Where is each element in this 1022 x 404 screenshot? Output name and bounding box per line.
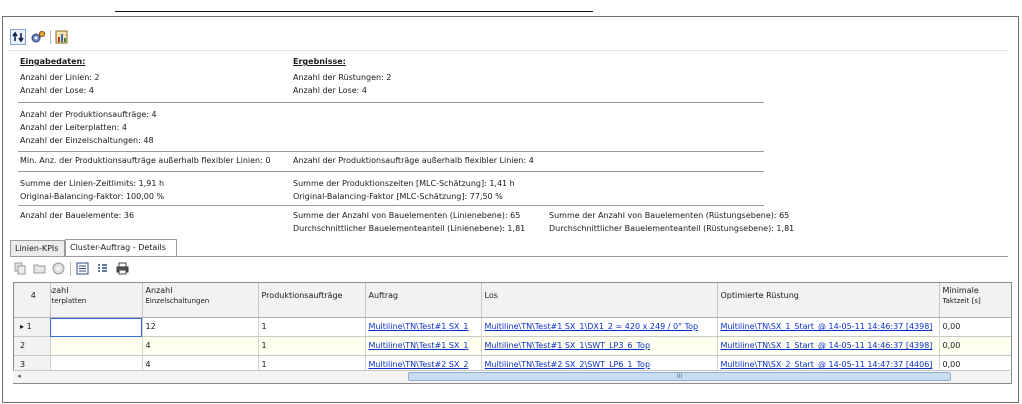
cell-circuits[interactable]: 4 <box>142 336 259 356</box>
cell-los-link[interactable]: Multiline\TN\Test#1 SX_1\SWT_LP3_6_Top <box>481 336 718 356</box>
avg-components-line-level: Durchschnittlicher Bauelementeanteil (Li… <box>293 224 526 233</box>
original-balancing-factor: Original-Balancing-Faktor: 100,00 % <box>20 192 165 201</box>
column-header-line1: Auftrag <box>368 291 399 300</box>
cluster-order-grid: 4 Anzahl Leiterplatten Anzahl Einzelscha… <box>13 282 1012 384</box>
table-row[interactable]: 2 4 1 Multiline\TN\Test#1 SX_1 Multiline… <box>14 336 1011 356</box>
section-divider <box>18 171 764 172</box>
folder-icon[interactable] <box>33 262 46 275</box>
los-link[interactable]: Multiline\TN\Test#1 SX_1\DX1_2 = 420 x 2… <box>485 322 699 331</box>
list-view-icon[interactable] <box>76 262 89 275</box>
circuits-count: Anzahl der Einzelschaltungen: 48 <box>20 136 154 145</box>
toolbar-separator <box>50 30 51 44</box>
column-header-line2: Leiterplatten <box>50 297 87 305</box>
cell-circuits[interactable]: 12 <box>142 317 259 337</box>
top-divider <box>115 11 593 12</box>
los-link[interactable]: Multiline\TN\Test#2 SX_2\SWT_LP6_1_Top <box>485 360 651 369</box>
settings-gears-icon[interactable] <box>30 29 46 45</box>
sum-components-line-level: Summe der Anzahl von Bauelementen (Linie… <box>293 211 521 220</box>
result-lots-count: Anzahl der Lose: 4 <box>293 86 367 95</box>
column-header-min-cycle-time[interactable]: Minimale Taktzeit [s] <box>939 283 1011 318</box>
auftrag-link[interactable]: Multiline\TN\Test#2 SX_2 <box>369 360 469 369</box>
column-header-los[interactable]: Los <box>481 283 718 318</box>
column-header-auftrag[interactable]: Auftrag <box>365 283 482 318</box>
section-divider <box>18 102 764 103</box>
help-circle-icon[interactable] <box>52 262 65 275</box>
results-heading: Ergebnisse: <box>293 57 346 66</box>
production-times-sum: Summe der Produktionszeiten [MLC-Schätzu… <box>293 179 515 188</box>
toolbar-divider <box>8 50 1008 51</box>
horizontal-scrollbar[interactable]: ◂ III <box>13 370 1010 383</box>
copy-icon[interactable] <box>14 262 27 275</box>
grid-header-row: 4 Anzahl Leiterplatten Anzahl Einzelscha… <box>14 283 1011 318</box>
section-divider <box>18 151 764 152</box>
cell-setup-link[interactable]: Multiline\TN\SX_1_Start_@ 14-05-11 14:46… <box>717 336 940 356</box>
column-header-line1: Los <box>484 291 498 300</box>
grid-table: 4 Anzahl Leiterplatten Anzahl Einzelscha… <box>14 283 1011 375</box>
min-orders-outside-flexible: Min. Anz. der Produktionsaufträge außerh… <box>20 156 271 165</box>
cell-setup-link[interactable]: Multiline\TN\SX_1_Start_@ 14-05-11 14:46… <box>717 317 940 337</box>
sum-components-setup-level: Summe der Anzahl von Bauelementen (Rüstu… <box>549 211 790 220</box>
avg-components-setup-level: Durchschnittlicher Bauelementeanteil (Rü… <box>549 224 795 233</box>
scroll-left-icon[interactable]: ◂ <box>15 372 23 381</box>
lots-count: Anzahl der Lose: 4 <box>20 86 94 95</box>
cell-los-link[interactable]: Multiline\TN\Test#1 SX_1\DX1_2 = 420 x 2… <box>481 317 718 337</box>
tab-strip-border <box>10 256 1008 257</box>
cell-auftrag-link[interactable]: Multiline\TN\Test#1 SX_1 <box>365 336 482 356</box>
grid-toolbar-separator <box>70 262 71 276</box>
column-header-optimized-setup[interactable]: Optimierte Rüstung <box>717 283 940 318</box>
cell-min-cycle-time[interactable]: 0,00 <box>939 317 1011 337</box>
column-header-line1: Minimale <box>942 286 979 295</box>
components-count: Anzahl der Bauelemente: 36 <box>20 211 135 220</box>
setup-link[interactable]: Multiline\TN\SX_1_Start_@ 14-05-11 14:46… <box>721 322 933 331</box>
cell-boards[interactable] <box>50 317 143 337</box>
row-number[interactable]: ▸ 1 <box>14 317 51 337</box>
column-header-line1: Anzahl <box>145 286 173 295</box>
cell-orders[interactable]: 1 <box>258 317 366 337</box>
boards-count: Anzahl der Leiterplatten: 4 <box>20 123 127 132</box>
sort-arrows-icon[interactable] <box>10 29 26 45</box>
setup-link[interactable]: Multiline\TN\SX_2_Start_@ 14-05-11 14:47… <box>721 360 933 369</box>
lines-count: Anzahl der Linien: 2 <box>20 73 100 82</box>
cell-orders[interactable]: 1 <box>258 336 366 356</box>
section-divider <box>18 205 764 206</box>
cell-min-cycle-time[interactable]: 0,00 <box>939 336 1011 356</box>
columns-icon[interactable] <box>96 262 109 275</box>
setups-count: Anzahl der Rüstungen: 2 <box>293 73 392 82</box>
orders-count: Anzahl der Produktionsaufträge: 4 <box>20 110 157 119</box>
tab-linien-kpis[interactable]: Linien-KPIs <box>10 240 65 256</box>
table-row[interactable]: ▸ 1 12 1 Multiline\TN\Test#1 SX_1 Multil… <box>14 317 1011 337</box>
row-number[interactable]: 2 <box>14 336 51 356</box>
cell-boards[interactable] <box>50 336 143 356</box>
orders-outside-flexible: Anzahl der Produktionsaufträge außerhalb… <box>293 156 534 165</box>
print-icon[interactable] <box>116 262 129 275</box>
scrollbar-grip: III <box>676 373 683 380</box>
setup-link[interactable]: Multiline\TN\SX_1_Start_@ 14-05-11 14:46… <box>721 341 933 350</box>
line-time-limits: Summe der Linien-Zeitlimits: 1,91 h <box>20 179 165 188</box>
auftrag-link[interactable]: Multiline\TN\Test#1 SX_1 <box>369 341 469 350</box>
column-header-circuits[interactable]: Anzahl Einzelschaltungen <box>142 283 259 318</box>
column-header-line2: Einzelschaltungen <box>145 297 210 305</box>
row-count-header[interactable]: 4 <box>14 283 51 318</box>
report-chart-icon[interactable] <box>54 29 70 45</box>
column-header-line1: Anzahl <box>50 286 69 295</box>
column-header-line1: Optimierte Rüstung <box>720 291 799 300</box>
column-header-line2: Taktzeit [s] <box>942 297 981 305</box>
current-row-indicator: ▸ <box>20 322 25 331</box>
tab-cluster-auftrag-details[interactable]: Cluster-Auftrag - Details <box>65 239 177 257</box>
los-link[interactable]: Multiline\TN\Test#1 SX_1\SWT_LP3_6_Top <box>485 341 651 350</box>
column-header-line1: Produktionsaufträge <box>261 291 343 300</box>
auftrag-link[interactable]: Multiline\TN\Test#1 SX_1 <box>369 322 469 331</box>
cell-auftrag-link[interactable]: Multiline\TN\Test#1 SX_1 <box>365 317 482 337</box>
input-data-heading: Eingabedaten: <box>20 57 86 66</box>
scrollbar-thumb[interactable]: III <box>408 372 951 381</box>
column-header-orders[interactable]: Produktionsaufträge <box>258 283 366 318</box>
original-balancing-factor-mlc: Original-Balancing-Faktor [MLC-Schätzung… <box>293 192 503 201</box>
column-header-boards[interactable]: Anzahl Leiterplatten <box>50 283 143 318</box>
